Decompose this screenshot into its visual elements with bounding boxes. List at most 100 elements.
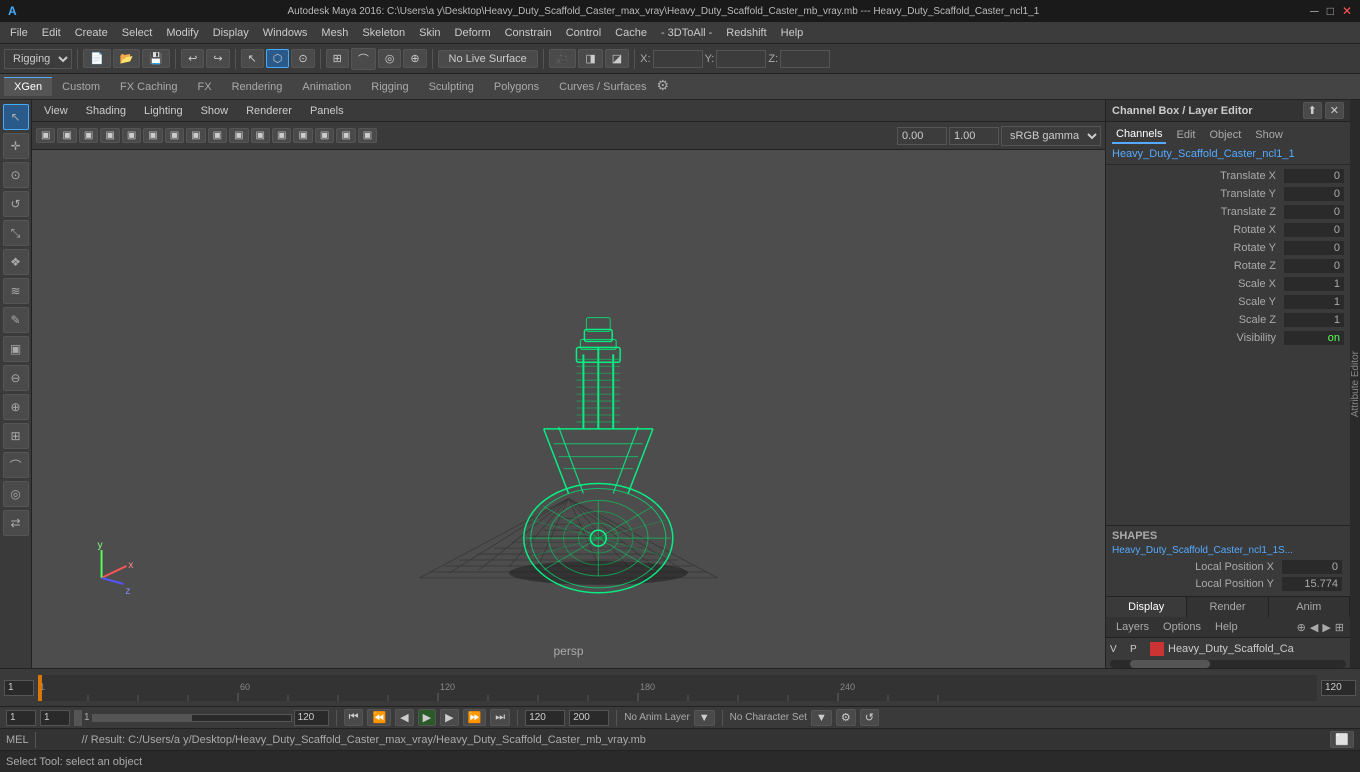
viewport-menu-show[interactable]: Show <box>193 103 237 119</box>
menu-item-mesh[interactable]: Mesh <box>315 25 354 41</box>
menu-item-windows[interactable]: Windows <box>257 25 314 41</box>
snap4-button[interactable]: ⊕ <box>403 49 426 68</box>
viewport-toolbar-bkface[interactable]: ▣ <box>208 128 227 143</box>
lasso-button[interactable]: ⊙ <box>291 49 314 68</box>
mode-tab-xgen[interactable]: XGen <box>4 77 52 96</box>
channel-value[interactable]: 0 <box>1284 259 1344 273</box>
playback-max-input[interactable] <box>294 710 329 726</box>
channel-value[interactable]: 0 <box>1284 223 1344 237</box>
no-live-surface-button[interactable]: No Live Surface <box>438 50 538 68</box>
paint-select-button[interactable]: ✎ <box>3 307 29 333</box>
char-set-settings[interactable]: ⚙ <box>836 709 856 726</box>
mode-tab-polygons[interactable]: Polygons <box>484 77 549 96</box>
save-file-button[interactable]: 💾 <box>142 49 170 68</box>
mode-tab-rendering[interactable]: Rendering <box>222 77 293 96</box>
set-pivot-button[interactable]: ⊕ <box>3 394 29 420</box>
snap2-button[interactable]: ⌒ <box>351 48 376 70</box>
menu-item-control[interactable]: Control <box>560 25 607 41</box>
layer-prev-icon[interactable]: ◀ <box>1310 621 1318 634</box>
rotate-tool-button[interactable]: ↺ <box>3 191 29 217</box>
viewport-toolbar-wireframe[interactable]: ▣ <box>79 128 98 143</box>
cam-button[interactable]: 🎥 <box>549 49 577 68</box>
channel-value[interactable]: 1 <box>1284 313 1344 327</box>
close-button[interactable]: ✕ <box>1342 4 1352 18</box>
layer-add-icon[interactable]: ⊕ <box>1297 621 1306 634</box>
translate-y-field[interactable] <box>716 50 766 68</box>
viewport-canvas[interactable]: x y z persp <box>32 150 1105 668</box>
playback-range-slider[interactable] <box>92 714 292 722</box>
new-file-button[interactable]: 📄 <box>83 49 111 68</box>
right-panel-horizontal-scrollbar[interactable] <box>1110 660 1346 668</box>
step-fwd-button[interactable]: ⏩ <box>463 709 487 726</box>
viewport-toolbar-lighting[interactable]: ▣ <box>251 128 270 143</box>
channel-value[interactable]: on <box>1284 331 1344 345</box>
soft-select-button[interactable]: ≋ <box>3 278 29 304</box>
menu-item-skeleton[interactable]: Skeleton <box>356 25 411 41</box>
channel-value[interactable]: 0 <box>1284 169 1344 183</box>
menu-item---3dtoall--[interactable]: - 3DToAll - <box>655 25 718 41</box>
snap-point-button[interactable]: ◎ <box>3 481 29 507</box>
shape-channel-value[interactable]: 0 <box>1282 560 1342 574</box>
channel-value[interactable]: 1 <box>1284 277 1344 291</box>
viewport-toolbar-shadows[interactable]: ▣ <box>272 128 291 143</box>
layer-expand-icon[interactable]: ⊞ <box>1335 621 1344 634</box>
viewport-toolbar-shaded[interactable]: ▣ <box>122 128 141 143</box>
mode-dropdown[interactable]: Rigging <box>4 49 72 69</box>
viewport-toolbar-cam[interactable]: ▣ <box>36 128 55 143</box>
redo-button[interactable]: ↪ <box>206 49 229 68</box>
translate-z-field[interactable] <box>780 50 830 68</box>
viewport-toolbar-fog[interactable]: ▣ <box>293 128 312 143</box>
menu-item-display[interactable]: Display <box>207 25 255 41</box>
prev-frame-button[interactable]: ◀ <box>395 709 413 726</box>
mode-tab-curves-surfaces[interactable]: Curves / Surfaces <box>549 77 656 96</box>
end-frame-input[interactable] <box>1321 680 1356 696</box>
play-button[interactable]: ▶ <box>418 709 436 726</box>
mode-tab-rigging[interactable]: Rigging <box>361 77 418 96</box>
viewport-toolbar-msaa[interactable]: ▣ <box>186 128 205 143</box>
channel-value[interactable]: 1 <box>1284 295 1344 309</box>
viewport-value1[interactable] <box>897 127 947 145</box>
edit-tab[interactable]: Edit <box>1172 127 1199 143</box>
channels-tab[interactable]: Channels <box>1112 126 1166 144</box>
snap3-button[interactable]: ◎ <box>378 49 402 68</box>
scrollbar-thumb[interactable] <box>1130 660 1210 668</box>
menu-item-edit[interactable]: Edit <box>36 25 67 41</box>
undo-button[interactable]: ↩ <box>181 49 204 68</box>
open-file-button[interactable]: 📂 <box>113 49 141 68</box>
go-to-start-button[interactable]: ⏮ <box>344 709 364 726</box>
layer-next-icon[interactable]: ▶ <box>1322 621 1330 634</box>
viewport-toolbar-ssao[interactable]: ▣ <box>315 128 334 143</box>
menu-item-help[interactable]: Help <box>775 25 810 41</box>
menu-item-redshift[interactable]: Redshift <box>720 25 772 41</box>
channel-value[interactable]: 0 <box>1284 241 1344 255</box>
maximize-button[interactable]: □ <box>1327 4 1334 18</box>
snap-curve-button[interactable]: ⌒ <box>3 452 29 478</box>
translate-x-field[interactable] <box>653 50 703 68</box>
move-tool-button[interactable]: ✛ <box>3 133 29 159</box>
viewport-menu-shading[interactable]: Shading <box>78 103 134 119</box>
anim-layer-button[interactable]: ▼ <box>694 710 715 726</box>
lasso-tool-button[interactable]: ⊙ <box>3 162 29 188</box>
options-tab[interactable]: Options <box>1159 619 1205 635</box>
char-set-button[interactable]: ▼ <box>811 710 832 726</box>
right-panel-close-button[interactable]: ✕ <box>1325 102 1344 119</box>
mode-tab-sculpting[interactable]: Sculpting <box>419 77 484 96</box>
start-frame-input[interactable] <box>4 680 34 696</box>
layer-visibility-toggle[interactable]: V <box>1110 644 1126 655</box>
render-button[interactable]: ◨ <box>578 49 602 68</box>
current-frame-input[interactable] <box>6 710 36 726</box>
range-start-input[interactable] <box>40 710 70 726</box>
lasso2-button[interactable]: ⊖ <box>3 365 29 391</box>
fps-field[interactable] <box>525 710 565 726</box>
timeline-ruler[interactable]: 1 60 120 180 240 <box>38 675 1317 701</box>
viewport-toolbar-smooth[interactable]: ▣ <box>100 128 119 143</box>
menu-item-skin[interactable]: Skin <box>413 25 446 41</box>
menu-item-create[interactable]: Create <box>69 25 114 41</box>
viewport-menu-panels[interactable]: Panels <box>302 103 352 119</box>
display-tab-anim[interactable]: Anim <box>1269 597 1350 617</box>
viewport-value2[interactable] <box>949 127 999 145</box>
display-tab-render[interactable]: Render <box>1187 597 1268 617</box>
help-tab[interactable]: Help <box>1211 619 1242 635</box>
display-tab-display[interactable]: Display <box>1106 597 1187 617</box>
snap1-button[interactable]: ⊞ <box>326 49 349 68</box>
